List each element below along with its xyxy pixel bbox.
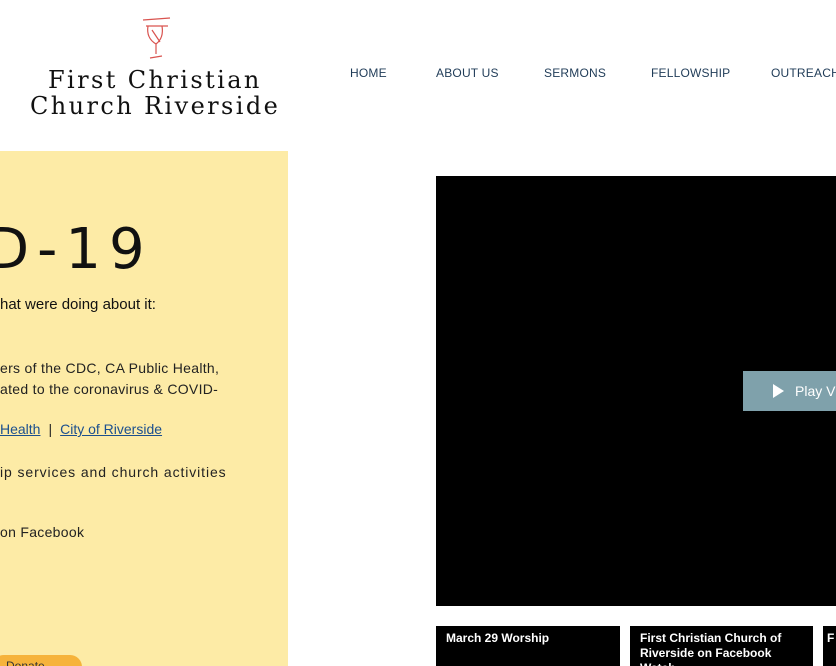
panel-headline: D-19 bbox=[0, 217, 153, 282]
nav-item-fellowship[interactable]: FELLOWSHIP bbox=[651, 66, 730, 80]
covid-info-panel: D-19 hat were doing about it: ers of the… bbox=[0, 151, 288, 666]
nav-item-about-us[interactable]: ABOUT US bbox=[436, 66, 499, 80]
nav-item-sermons[interactable]: SERMONS bbox=[544, 66, 606, 80]
public-health-link[interactable]: Health bbox=[0, 421, 40, 437]
panel-paragraph-line: on Facebook bbox=[0, 524, 85, 540]
play-video-button[interactable]: Play Vi bbox=[743, 371, 836, 411]
playlist-item[interactable]: F bbox=[823, 626, 836, 666]
panel-paragraph-line: ip services and church activities bbox=[0, 464, 227, 480]
panel-paragraph-line: ers of the CDC, CA Public Health, bbox=[0, 360, 220, 376]
play-video-label: Play Vi bbox=[795, 383, 836, 399]
nav-item-outreach[interactable]: OUTREACH bbox=[771, 66, 836, 80]
playlist-item[interactable]: First Christian Church of Riverside on F… bbox=[630, 626, 813, 666]
playlist-item[interactable]: March 29 Worship bbox=[436, 626, 620, 666]
link-separator: | bbox=[48, 421, 53, 437]
resource-links: Health | City of Riverside bbox=[0, 421, 162, 437]
logo-title-line1[interactable]: First Christian bbox=[48, 66, 262, 94]
panel-subhead: hat were doing about it: bbox=[0, 296, 156, 313]
donate-button[interactable]: Donate bbox=[0, 655, 82, 666]
logo-title-line2[interactable]: Church Riverside bbox=[30, 92, 280, 120]
communion-cup-icon bbox=[142, 17, 171, 59]
nav-item-home[interactable]: HOME bbox=[350, 66, 387, 80]
video-player[interactable]: Play Vi bbox=[436, 176, 836, 606]
panel-paragraph-line: ated to the coronavirus & COVID- bbox=[0, 381, 219, 397]
city-of-riverside-link[interactable]: City of Riverside bbox=[60, 421, 162, 437]
play-icon bbox=[773, 384, 784, 398]
